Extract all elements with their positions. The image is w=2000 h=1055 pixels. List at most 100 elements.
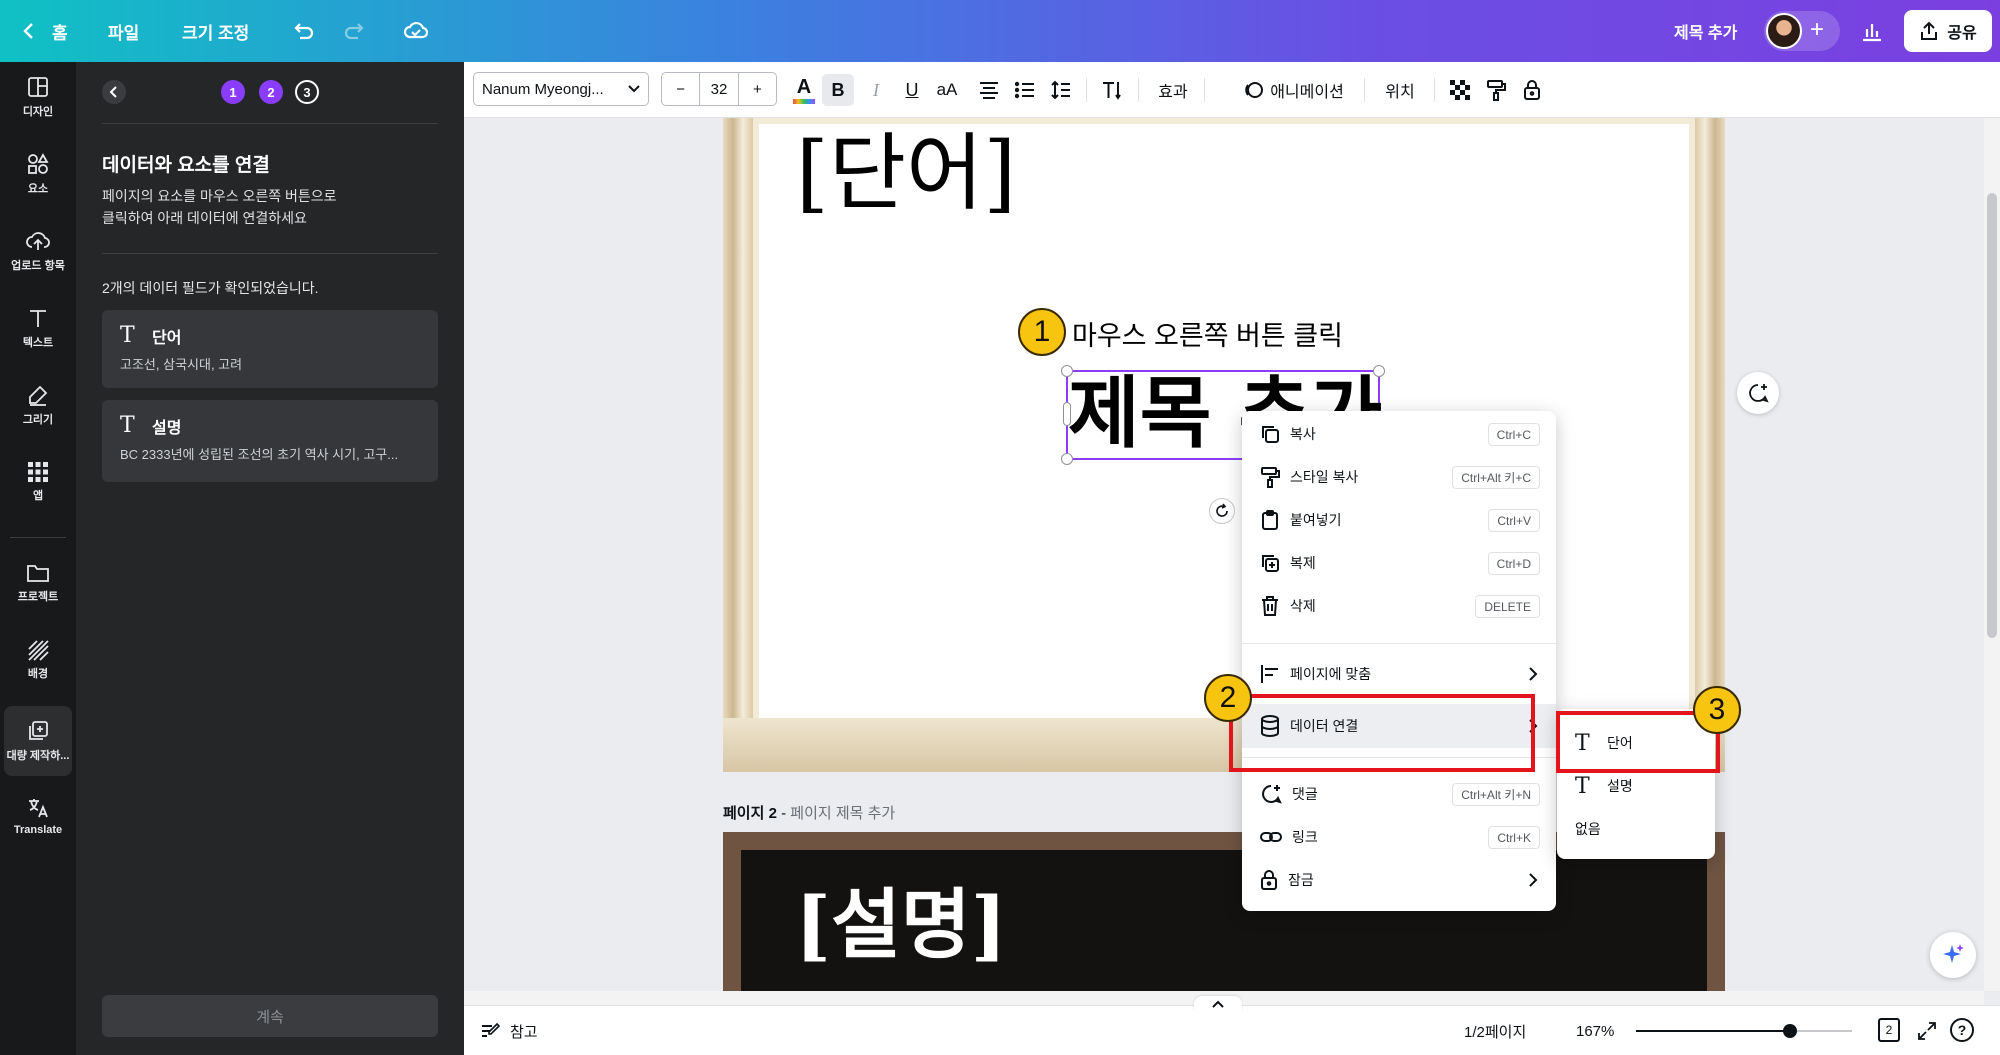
menu-item-delete[interactable]: 삭제 DELETE: [1242, 586, 1556, 626]
panel-divider: [102, 123, 438, 124]
page-2-description-text[interactable]: [설명]: [795, 880, 1007, 970]
undo-icon[interactable]: [286, 13, 322, 49]
menu-label: 잠금: [1288, 872, 1314, 888]
cloud-saved-icon[interactable]: [398, 13, 434, 49]
scroll-thumb[interactable]: [1987, 193, 1997, 638]
position-button[interactable]: 위치: [1376, 74, 1424, 106]
font-selector[interactable]: Nanum Myeongj...: [473, 72, 649, 106]
back-button[interactable]: [102, 80, 126, 104]
fullscreen-icon[interactable]: [1914, 1018, 1940, 1044]
list-icon[interactable]: [1010, 74, 1040, 106]
show-pages-toggle[interactable]: [1194, 996, 1242, 1012]
chevron-down-icon: [628, 85, 640, 93]
text-color-icon: A: [796, 76, 812, 98]
letter-case-button[interactable]: aA: [930, 74, 964, 106]
bold-button[interactable]: B: [822, 74, 854, 106]
step-indicator-2: 2: [259, 80, 283, 104]
submenu-item-none[interactable]: 없음: [1557, 808, 1715, 850]
zoom-slider-thumb[interactable]: [1783, 1024, 1797, 1038]
rail-label: 그리기: [22, 414, 54, 426]
text-color-button[interactable]: A: [790, 74, 818, 106]
menu-item-copy-style[interactable]: 스타일 복사 Ctrl+Alt 키+C: [1242, 457, 1556, 497]
zoom-slider[interactable]: [1636, 1024, 1852, 1038]
animate-button[interactable]: 애니메이션: [1234, 74, 1354, 106]
home-button[interactable]: 홈: [22, 0, 68, 62]
underline-button[interactable]: U: [898, 74, 926, 106]
menu-item-paste[interactable]: 붙여넣기 Ctrl+V: [1242, 500, 1556, 540]
rail-elements[interactable]: 요소: [0, 139, 76, 209]
redo-icon[interactable]: [336, 13, 372, 49]
step-badge-2: 2: [1204, 674, 1252, 722]
animate-label: 애니메이션: [1270, 84, 1344, 101]
text-align-icon[interactable]: [974, 74, 1004, 106]
field-sample: 고조선, 삼국시대, 고려: [120, 357, 243, 372]
paint-roller-icon[interactable]: [1480, 74, 1512, 106]
avatar[interactable]: [1766, 13, 1802, 49]
resize-handle[interactable]: [1061, 453, 1073, 465]
heading-word-text[interactable]: [단어]: [796, 118, 1016, 228]
lock-icon[interactable]: [1516, 74, 1548, 106]
zoom-level[interactable]: 167%: [1576, 1006, 1614, 1055]
animate-icon: [1245, 82, 1264, 98]
design-canvas[interactable]: [단어] 마우스 오른쪽 버튼 클릭 제목 추가 페이지 2 - 페이지 제목 …: [464, 118, 1984, 991]
share-button[interactable]: 공유: [1904, 10, 1992, 52]
vertical-scrollbar[interactable]: [1984, 118, 2000, 991]
rail-text[interactable]: 텍스트: [0, 293, 76, 363]
highlight-connect-data: [1229, 694, 1535, 772]
rail-uploads[interactable]: 업로드 항목: [0, 216, 76, 286]
data-field-card[interactable]: T 단어 고조선, 삼국시대, 고려: [102, 310, 438, 388]
add-comment-icon[interactable]: [1737, 372, 1779, 414]
insights-icon[interactable]: [1854, 13, 1890, 49]
transparency-icon[interactable]: [1444, 74, 1476, 106]
document-title[interactable]: 제목 추가: [1674, 0, 1737, 62]
menu-item-duplicate[interactable]: 복제 Ctrl+D: [1242, 543, 1556, 583]
menu-item-align-to-page[interactable]: 페이지에 맞춤: [1242, 654, 1556, 694]
text-icon: [30, 310, 46, 327]
paint-roller-icon: [1261, 467, 1280, 488]
file-menu[interactable]: 파일: [108, 0, 139, 62]
magic-assistant-icon[interactable]: [1930, 932, 1976, 978]
rail-apps[interactable]: 앱: [0, 447, 76, 517]
menu-label: 스타일 복사: [1290, 469, 1359, 485]
shortcut-hint: Ctrl+Alt 키+N: [1452, 783, 1540, 806]
rail-bulk-create[interactable]: 대량 제작하...: [4, 706, 72, 776]
italic-button[interactable]: I: [862, 74, 890, 106]
page-2-title[interactable]: 페이지 제목 추가: [790, 805, 895, 822]
rail-translate[interactable]: Translate: [0, 781, 76, 851]
menu-item-lock[interactable]: 잠금: [1242, 860, 1556, 900]
vertical-text-icon[interactable]: [1096, 74, 1128, 106]
rail-draw[interactable]: 그리기: [0, 370, 76, 440]
help-icon[interactable]: ?: [1950, 1018, 1974, 1042]
data-field-card[interactable]: T 설명 BC 2333년에 성립된 조선의 초기 역사 시기, 고구...: [102, 400, 438, 482]
elements-icon: [28, 153, 49, 174]
menu-item-comment[interactable]: 댓글 Ctrl+Alt 키+N: [1242, 774, 1556, 814]
effects-button[interactable]: 효과: [1150, 74, 1196, 106]
annotation-right-click-text: 마우스 오른쪽 버튼 클릭: [1072, 321, 1343, 351]
home-label: 홈: [52, 23, 68, 43]
menu-divider: [1242, 643, 1556, 644]
step-badge-3: 3: [1693, 686, 1741, 734]
page-indicator[interactable]: 1/2페이지: [1464, 1006, 1526, 1055]
resize-handle[interactable]: [1063, 402, 1071, 426]
resize-handle[interactable]: [1373, 365, 1385, 377]
continue-button[interactable]: 계속: [102, 995, 438, 1037]
resize-menu[interactable]: 크기 조정: [182, 0, 249, 62]
decrease-size-button[interactable]: −: [662, 81, 699, 98]
link-icon: [1260, 832, 1282, 842]
notes-button[interactable]: 참고: [480, 1006, 538, 1055]
resize-handle[interactable]: [1061, 365, 1073, 377]
rail-background[interactable]: 배경: [0, 625, 76, 695]
rail-design[interactable]: 디자인: [0, 62, 76, 132]
menu-item-copy[interactable]: 복사 Ctrl+C: [1242, 414, 1556, 454]
spacing-icon[interactable]: [1046, 74, 1076, 106]
font-size-input[interactable]: 32: [699, 73, 739, 105]
add-collaborator-icon[interactable]: +: [1810, 17, 1824, 43]
rotate-icon[interactable]: [1209, 498, 1235, 524]
increase-size-button[interactable]: +: [739, 81, 776, 98]
menu-item-link[interactable]: 링크 Ctrl+K: [1242, 817, 1556, 857]
upload-share-icon: [1921, 21, 1938, 40]
rail-projects[interactable]: 프로젝트: [0, 548, 76, 618]
rail-divider: [10, 537, 66, 538]
collaborators-group[interactable]: +: [1764, 11, 1840, 51]
grid-view-button[interactable]: 2: [1878, 1018, 1900, 1042]
